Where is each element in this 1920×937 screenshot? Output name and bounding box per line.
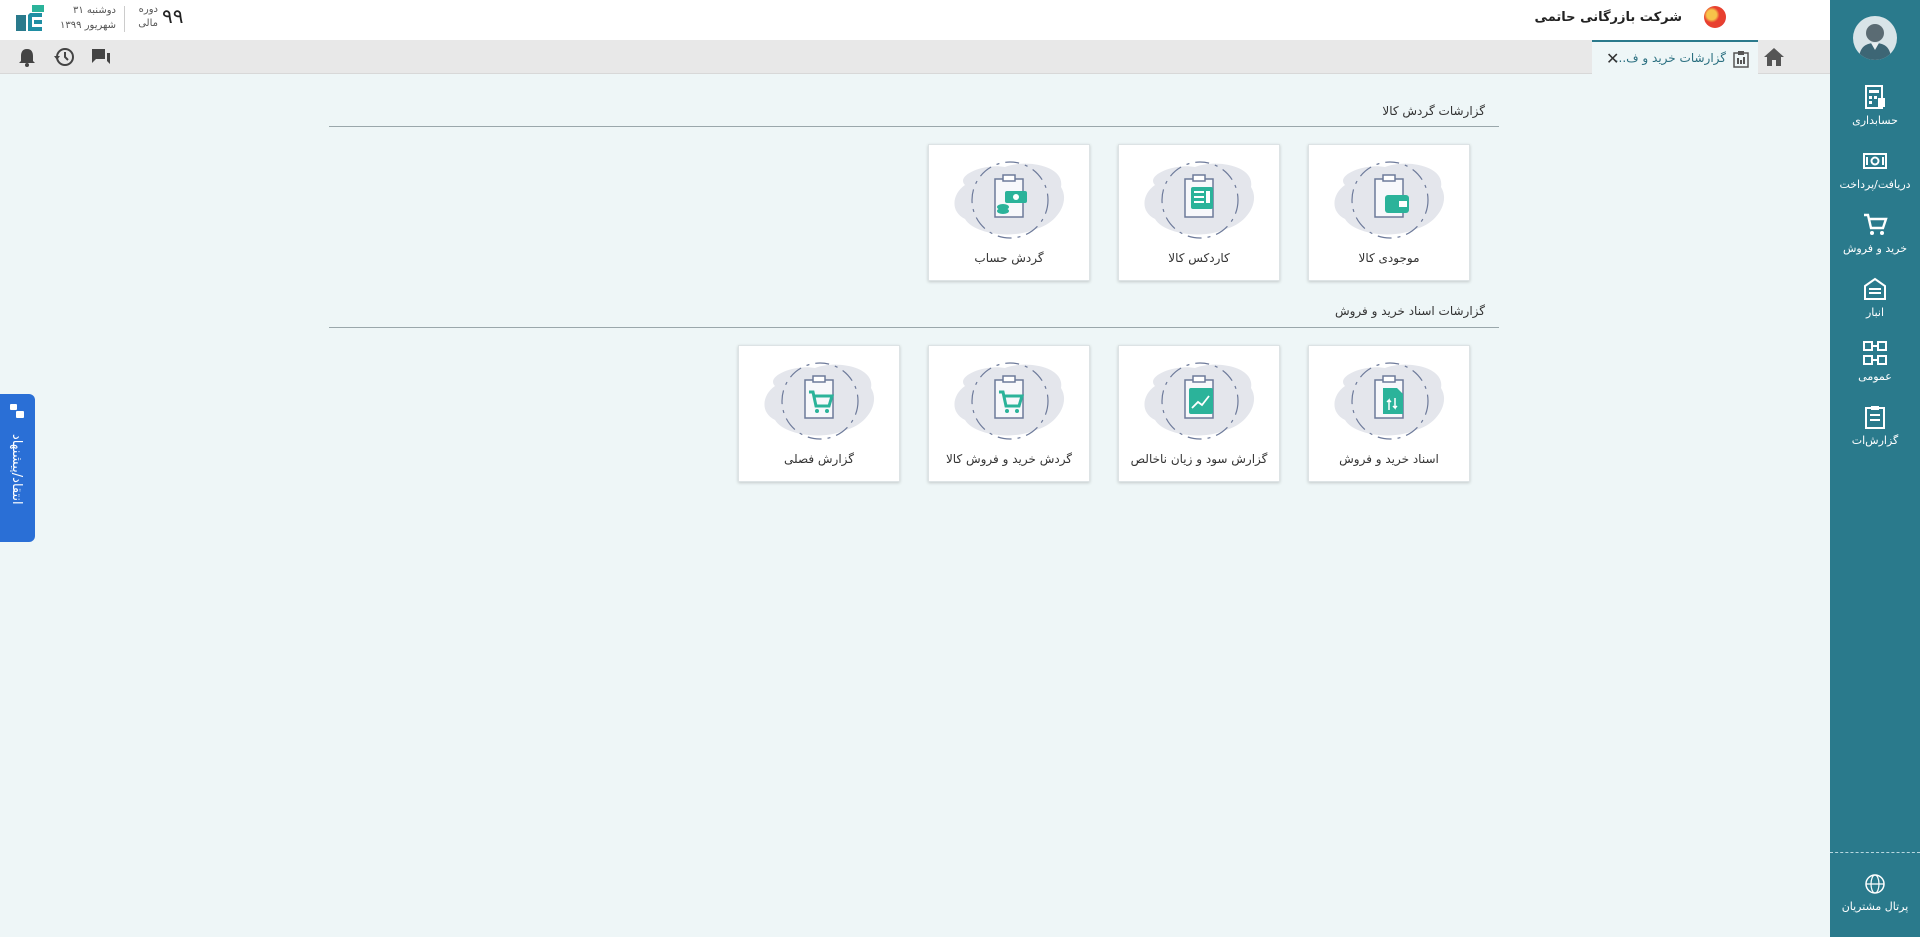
report-card-gross-profit[interactable]: گزارش سود و زیان ناخالص xyxy=(1118,345,1280,482)
cart-icon xyxy=(1864,213,1888,235)
sidebar-label-warehouse: انبار xyxy=(1865,306,1885,319)
history-icon[interactable] xyxy=(53,47,75,67)
sidebar-item-warehouse[interactable]: انبار xyxy=(1830,276,1920,336)
sidebar-item-general[interactable]: عمومی xyxy=(1830,340,1920,400)
customer-portal-label: پرتال مشتریان xyxy=(1841,900,1909,913)
fiscal-period-label-line2: مالی xyxy=(138,18,158,29)
home-icon[interactable] xyxy=(1762,46,1786,68)
report-card-seasonal[interactable]: گزارش فصلی xyxy=(738,345,900,482)
current-date: دوشنبه ۳۱ شهریور ۱۳۹۹ xyxy=(60,3,116,33)
report-card-purchase-sales-flow[interactable]: گردش خرید و فروش کالا xyxy=(928,345,1090,482)
sidebar-label-reports: گزارش‌ات xyxy=(1851,434,1899,447)
sidebar-divider xyxy=(1830,852,1920,853)
customer-portal-link[interactable]: پرتال مشتریان xyxy=(1830,872,1920,913)
report-card-purchase-sales-docs[interactable]: اسناد خرید و فروش xyxy=(1308,345,1470,482)
payment-icon xyxy=(1863,153,1887,169)
right-sidebar: حسابداری دریافت/پرداخت خرید و فروش انبار xyxy=(1830,0,1920,937)
fiscal-period-number[interactable]: ۹۹ xyxy=(162,4,183,28)
sidebar-label-accounting: حسابداری xyxy=(1852,114,1898,127)
report-card-account-flow[interactable]: گردش حساب xyxy=(928,144,1090,281)
company-logo xyxy=(1704,6,1726,28)
section-divider xyxy=(329,327,1499,328)
card-label: گردش خرید و فروش کالا xyxy=(945,452,1073,466)
section-title-purchase-sales-docs: گزارشات اسناد خرید و فروش xyxy=(1334,304,1485,318)
app-logo-icon xyxy=(16,5,44,31)
list-icon xyxy=(1144,161,1255,239)
tab-bar: گزارشات خرید و ف... ✕ xyxy=(0,40,1830,74)
card-label: گزارش فصلی xyxy=(783,452,855,466)
close-icon[interactable]: ✕ xyxy=(1606,49,1619,68)
report-card-inventory[interactable]: موجودی کالا xyxy=(1308,144,1470,281)
messages-icon[interactable] xyxy=(90,47,112,67)
top-header: شرکت بازرگانی حاتمی ۹۹ دوره مالی دوشنبه … xyxy=(0,0,1830,40)
avatar[interactable] xyxy=(1853,16,1897,60)
sidebar-item-reports[interactable]: گزارش‌ات xyxy=(1830,404,1920,464)
date-line1: دوشنبه ۳۱ xyxy=(73,5,116,16)
notifications-icon[interactable] xyxy=(16,47,38,67)
reports-icon xyxy=(1865,406,1885,429)
feedback-label: انتقاد/پیشنهاد xyxy=(9,434,24,505)
card-label: گزارش سود و زیان ناخالص xyxy=(1130,452,1268,466)
sidebar-label-purchase-sales: خرید و فروش xyxy=(1842,242,1908,255)
card-label: گردش حساب xyxy=(974,251,1044,265)
document-icon xyxy=(1334,362,1445,440)
general-icon xyxy=(1863,341,1887,365)
globe-icon xyxy=(1865,874,1885,894)
card-label: کاردکس کالا xyxy=(1168,251,1230,265)
feedback-icon xyxy=(10,404,24,418)
user-avatar-icon xyxy=(1859,24,1891,60)
header-divider xyxy=(124,6,125,32)
sidebar-item-accounting[interactable]: حسابداری xyxy=(1830,84,1920,144)
card-label: اسناد خرید و فروش xyxy=(1339,452,1439,466)
report-tab-icon xyxy=(1733,51,1749,68)
sidebar-item-payment[interactable]: دریافت/پرداخت xyxy=(1830,148,1920,208)
wallet-icon xyxy=(1334,161,1445,239)
cart-icon xyxy=(954,362,1065,440)
sidebar-label-payment: دریافت/پرداخت xyxy=(1839,178,1911,191)
feedback-tab[interactable]: انتقاد/پیشنهاد xyxy=(0,394,35,542)
date-line2: شهریور ۱۳۹۹ xyxy=(60,20,116,31)
money-icon xyxy=(954,161,1065,239)
sidebar-item-purchase-sales[interactable]: خرید و فروش xyxy=(1830,212,1920,272)
sidebar-label-general: عمومی xyxy=(1858,370,1892,383)
report-card-kardex[interactable]: کاردکس کالا xyxy=(1118,144,1280,281)
warehouse-icon xyxy=(1864,277,1886,300)
tab-purchase-sales-reports[interactable]: گزارشات خرید و ف... ✕ xyxy=(1592,40,1758,74)
chart-icon xyxy=(1144,362,1255,440)
section-divider xyxy=(329,126,1499,127)
tab-label: گزارشات خرید و ف... xyxy=(1614,51,1726,65)
cart-icon xyxy=(764,362,875,440)
fiscal-period-label-line1: دوره xyxy=(138,4,158,15)
fiscal-period-label: دوره مالی xyxy=(138,3,158,31)
accounting-icon xyxy=(1865,85,1885,109)
company-name[interactable]: شرکت بازرگانی حاتمی xyxy=(1535,10,1682,25)
card-label: موجودی کالا xyxy=(1358,251,1420,265)
section-title-inventory-flow: گزارشات گردش کالا xyxy=(1382,104,1485,118)
